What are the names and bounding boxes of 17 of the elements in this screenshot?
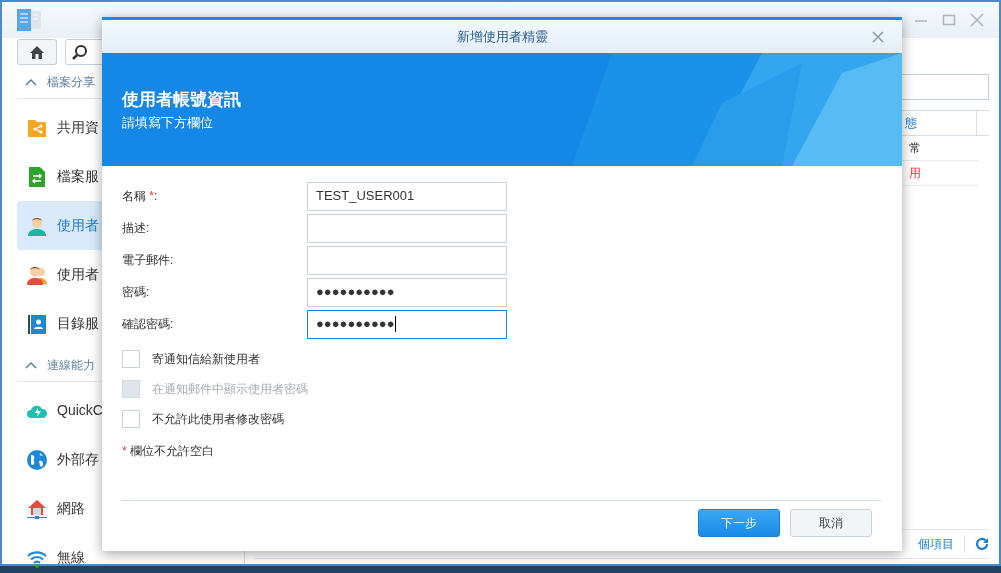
field-label: 描述:	[122, 220, 151, 237]
status-cell-text: 用	[909, 165, 922, 182]
banner-subheading: 請填寫下方欄位	[122, 113, 214, 132]
field-label: 密碼:	[122, 284, 151, 301]
dialog-title: 新增使用者精靈	[456, 27, 548, 46]
section-title: 連線能力	[47, 356, 95, 374]
checkbox-label: 不允許此使用者修改密碼	[152, 411, 284, 428]
section-title: 檔案分享	[47, 73, 95, 91]
field-label: 電子郵件:	[122, 252, 175, 269]
checkbox-label: 在通知郵件中顯示使用者密碼	[152, 381, 308, 398]
field-label: 名稱 *:	[122, 188, 159, 205]
banner-heading: 使用者帳號資訊	[122, 89, 242, 111]
required-note: * 欄位不允許空白	[122, 443, 215, 460]
status-cell-text: 常	[909, 140, 922, 157]
field-label: 確認密碼:	[122, 316, 175, 333]
checkbox-label: 寄通知信給新使用者	[152, 351, 260, 368]
item-count: 個項目	[918, 535, 965, 553]
